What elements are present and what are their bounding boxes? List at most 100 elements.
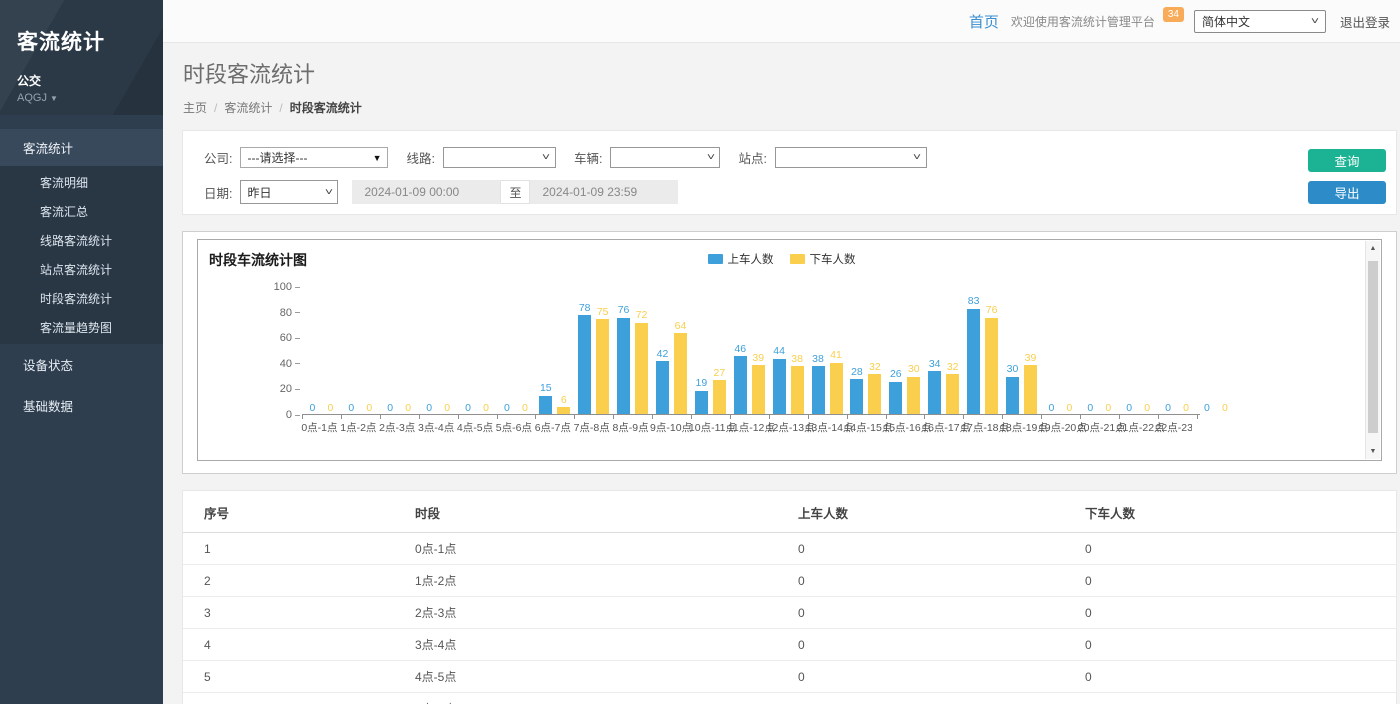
sidebar-subitem-4[interactable]: 时段客流统计	[0, 284, 163, 313]
bar-下车人数-10[interactable]: 27	[713, 368, 726, 415]
x-tick-mark	[847, 415, 848, 419]
station-label: 站点:	[738, 148, 766, 167]
line-select[interactable]: ˅	[443, 147, 556, 168]
logout-link[interactable]: 退出登录	[1340, 12, 1390, 31]
sidebar-item-base-data[interactable]: 基础数据	[0, 385, 163, 426]
chart-legend: 上车人数 下车人数	[708, 251, 872, 267]
table-header-0: 序号	[183, 493, 415, 533]
sidebar-subitem-0[interactable]: 客流明细	[0, 168, 163, 197]
bar-下车人数-17[interactable]: 76	[985, 305, 998, 415]
station-select[interactable]: ˅	[775, 147, 927, 168]
bar-下车人数-14[interactable]: 32	[868, 362, 881, 415]
bar-下车人数-6[interactable]: 6	[557, 395, 570, 415]
legend-alighting[interactable]: 下车人数	[790, 251, 856, 267]
bar-下车人数-7[interactable]: 75	[596, 307, 609, 416]
bar-下车人数-8[interactable]: 72	[635, 310, 648, 415]
bar-下车人数-9[interactable]: 64	[674, 321, 687, 415]
sidebar-subitem-1[interactable]: 客流汇总	[0, 197, 163, 226]
bar-rect	[985, 318, 998, 415]
bar-上车人数-14[interactable]: 28	[850, 367, 863, 415]
bar-group-8: 7672	[613, 287, 652, 415]
x-tick-mark	[1080, 415, 1081, 419]
org-code-dropdown[interactable]: AQGJ▼	[17, 92, 163, 104]
bar-rect	[928, 371, 941, 415]
bar-上车人数-11[interactable]: 46	[734, 344, 747, 415]
table-row-3[interactable]: 43点-4点00	[183, 629, 1396, 661]
sidebar-item-passenger-stats[interactable]: 客流统计	[0, 129, 163, 166]
vehicle-select[interactable]: ˅	[610, 147, 720, 168]
table-row-5[interactable]: 65点-6点00	[183, 693, 1396, 704]
bar-下车人数-18[interactable]: 39	[1024, 353, 1037, 415]
bar-rect	[773, 359, 786, 415]
sidebar-subitem-5[interactable]: 客流量趋势图	[0, 313, 163, 342]
table-row-1[interactable]: 21点-2点00	[183, 565, 1396, 597]
bar-上车人数-16[interactable]: 34	[928, 359, 941, 415]
export-button[interactable]: 导出	[1308, 181, 1386, 204]
x-tick-label-5: 5点-6点	[494, 420, 533, 435]
bar-下车人数-11[interactable]: 39	[752, 353, 765, 415]
date-to-input[interactable]: 2024-01-09 23:59	[530, 180, 678, 204]
x-tick-label-7: 7点-8点	[572, 420, 611, 435]
home-link[interactable]: 首页	[969, 11, 999, 32]
scroll-down-icon[interactable]: ▼	[1366, 448, 1380, 455]
bar-value-label: 30	[908, 364, 920, 375]
x-tick-label-3: 3点-4点	[417, 420, 456, 435]
bar-上车人数-9[interactable]: 42	[656, 349, 669, 415]
scroll-up-icon[interactable]: ▲	[1366, 245, 1380, 252]
chart-vertical-scrollbar[interactable]: ▲ ▼	[1365, 241, 1380, 459]
bar-group-15: 26 30	[885, 287, 924, 415]
sidebar-subitem-3[interactable]: 站点客流统计	[0, 255, 163, 284]
notification-badge[interactable]: 34	[1163, 7, 1184, 22]
company-select[interactable]: ---请选择--- ▼	[240, 147, 388, 168]
sidebar-item-device-status[interactable]: 设备状态	[0, 344, 163, 385]
bar-上车人数-7[interactable]: 78	[578, 303, 591, 415]
chevron-down-icon: ˅	[324, 187, 332, 198]
bar-group-12: 4438	[769, 287, 808, 415]
bar-下车人数-13[interactable]: 41	[830, 350, 843, 415]
bar-上车人数-18[interactable]: 30	[1006, 364, 1019, 415]
legend-boarding[interactable]: 上车人数	[708, 251, 774, 267]
bar-上车人数-12[interactable]: 44	[773, 346, 786, 415]
sidebar-subitem-2[interactable]: 线路客流统计	[0, 226, 163, 255]
language-select[interactable]: 简体中文 ˅	[1194, 10, 1326, 33]
x-tick-mark	[1119, 415, 1120, 419]
table-cell: 0	[1085, 565, 1396, 597]
bar-group-14: 2832	[846, 287, 885, 415]
table-cell: 0	[1085, 661, 1396, 693]
bar-上车人数-10[interactable]: 19	[695, 378, 708, 415]
table-row-0[interactable]: 10点-1点00	[183, 533, 1396, 565]
bar-value-label: 0	[387, 403, 393, 414]
bar-下车人数-23[interactable]: 0	[1218, 403, 1231, 416]
bar-上车人数-6[interactable]: 15	[539, 383, 552, 415]
bar-上车人数-15[interactable]: 26	[889, 369, 902, 415]
query-button[interactable]: 查询	[1308, 149, 1386, 172]
bar-group-2: 00	[380, 287, 419, 415]
bar-value-label: 0	[1204, 403, 1210, 414]
bar-下车人数-15[interactable]: 30	[907, 364, 920, 415]
bar-上车人数-23[interactable]: 0	[1200, 403, 1213, 416]
breadcrumb-item-0[interactable]: 主页	[183, 101, 207, 115]
date-preset-select[interactable]: 昨日 ˅	[240, 180, 338, 204]
table-row-4[interactable]: 54点-5点00	[183, 661, 1396, 693]
bar-上车人数-17[interactable]: 83	[967, 296, 980, 415]
bar-下车人数-16[interactable]: 32	[946, 362, 959, 415]
scrollbar-thumb[interactable]	[1368, 261, 1378, 433]
bar-value-label: 42	[657, 349, 669, 360]
bar-group-9: 42 64	[652, 287, 691, 415]
bar-下车人数-12[interactable]: 38	[791, 354, 804, 415]
bar-上车人数-13[interactable]: 38	[812, 354, 825, 415]
table-cell: 1	[183, 533, 415, 565]
bar-rect	[1006, 377, 1019, 415]
x-tick-mark	[535, 415, 536, 419]
table-row-2[interactable]: 32点-3点00	[183, 597, 1396, 629]
bar-rect	[889, 382, 902, 415]
bar-group-3: 00	[419, 287, 458, 415]
date-from-input[interactable]: 2024-01-09 00:00	[352, 180, 500, 204]
x-tick-label-6: 6点-7点	[533, 420, 572, 435]
x-tick-mark	[1197, 415, 1198, 419]
bar-上车人数-8[interactable]: 76	[617, 305, 630, 415]
breadcrumb-item-1[interactable]: 客流统计	[224, 101, 272, 115]
bar-rect	[967, 309, 980, 415]
bar-group-7: 7875	[574, 287, 613, 415]
bar-value-label: 0	[328, 403, 334, 414]
